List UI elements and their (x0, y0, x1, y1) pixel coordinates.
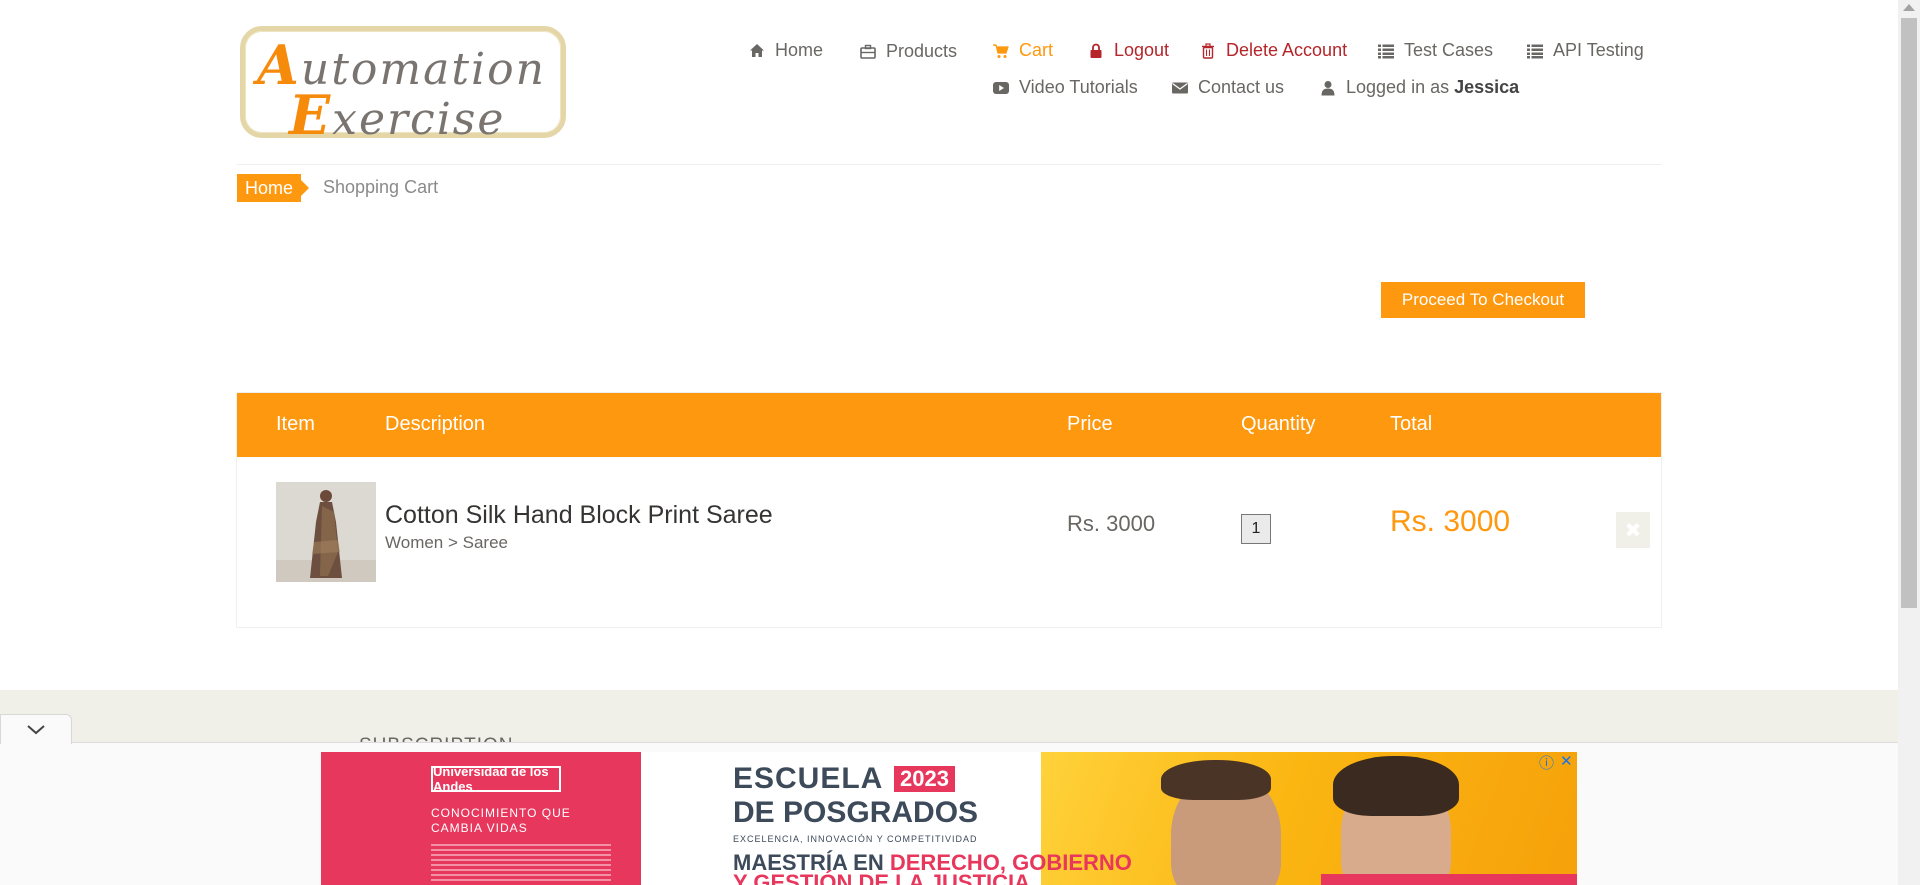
ad-year-badge: 2023 (894, 766, 955, 792)
header-item: Item (276, 413, 315, 435)
nav-cart-label: Cart (1019, 40, 1054, 60)
nav-products[interactable]: Products (860, 41, 957, 62)
ad-heading-escuela: ESCUELA (733, 762, 884, 795)
chevron-down-icon (27, 724, 45, 734)
quantity-button[interactable]: 1 (1241, 514, 1271, 544)
ad-close-icon[interactable]: ✕ (1560, 752, 1573, 773)
ad-left-panel: Universidad de los Andes CONOCIMIENTO QU… (321, 752, 641, 885)
home-icon (750, 43, 764, 57)
list-icon (1527, 44, 1543, 58)
nav-contact-us[interactable]: Contact us (1172, 77, 1284, 98)
trash-icon (1202, 42, 1214, 59)
nav-products-label: Products (886, 41, 958, 61)
product-price: Rs. 3000 (1067, 511, 1156, 536)
scrollbar-thumb[interactable] (1901, 18, 1917, 608)
ad-pink-bar (1321, 874, 1577, 885)
ad-collapse-tab[interactable] (0, 714, 72, 744)
header-divider (236, 164, 1662, 165)
logo-line-2: Exercise (289, 83, 506, 147)
nav-delete-account[interactable]: Delete Account (1200, 40, 1347, 61)
nav-logout[interactable]: Logout (1088, 40, 1169, 61)
nav-api-testing-label: API Testing (1553, 40, 1644, 60)
ad-tagline: CONOCIMIENTO QUE CAMBIA VIDAS (431, 806, 571, 835)
university-logo: Universidad de los Andes (431, 764, 561, 794)
logged-in-text: Logged in as Jessica (1346, 77, 1520, 97)
logged-in-username: Jessica (1454, 77, 1520, 97)
header-quantity: Quantity (1241, 413, 1316, 435)
saree-photo (276, 482, 376, 582)
product-image[interactable] (276, 482, 376, 582)
ad-person-woman-hair (1333, 756, 1459, 816)
nav-test-cases-label: Test Cases (1404, 40, 1494, 60)
ad-info-icon[interactable]: ⓘ (1539, 752, 1554, 773)
footer-band (0, 690, 1898, 742)
breadcrumb-current: Shopping Cart (323, 177, 439, 197)
list-icon (1378, 44, 1394, 58)
youtube-play-icon (993, 81, 1009, 94)
header-total: Total (1390, 413, 1433, 435)
cart-table: Item Description Price Quantity Total Co… (236, 392, 1662, 628)
nav-test-cases[interactable]: Test Cases (1378, 40, 1493, 61)
header-description: Description (385, 413, 486, 435)
shopping-cart-icon (993, 43, 1009, 58)
close-icon: ✖ (1624, 519, 1642, 542)
proceed-to-checkout-button[interactable]: Proceed To Checkout (1381, 282, 1585, 318)
briefcase-icon (860, 44, 876, 59)
nav-cart[interactable]: Cart (993, 40, 1053, 61)
nav-home-label: Home (775, 40, 824, 60)
site-logo[interactable]: Automation Exercise (240, 26, 566, 147)
breadcrumb-home[interactable]: Home (237, 174, 310, 202)
user-icon (1321, 80, 1335, 95)
nav-logout-label: Logout (1114, 40, 1170, 60)
nav-delete-account-label: Delete Account (1226, 40, 1348, 60)
ad-controls: ⓘ ✕ (1539, 752, 1573, 773)
ad-heading-posgrados: DE POSGRADOS (733, 796, 979, 829)
scroll-up-arrow-icon[interactable] (1903, 4, 1915, 11)
product-total: Rs. 3000 (1390, 505, 1511, 538)
ad-banner[interactable]: Universidad de los Andes CONOCIMIENTO QU… (321, 752, 1577, 885)
product-category: Women > Saree (385, 533, 509, 552)
nav-contact-us-label: Contact us (1198, 77, 1285, 97)
lock-icon (1090, 43, 1102, 58)
ad-fine-print (431, 844, 611, 884)
product-name-link[interactable]: Cotton Silk Hand Block Print Saree (385, 501, 773, 530)
envelope-icon (1172, 82, 1188, 93)
cart-table-header: Item Description Price Quantity Total (237, 393, 1661, 457)
ad-person-man-hair (1161, 760, 1271, 800)
delete-item-button[interactable]: ✖ (1616, 512, 1650, 548)
nav-api-testing[interactable]: API Testing (1527, 40, 1644, 61)
nav-video-tutorials[interactable]: Video Tutorials (993, 77, 1138, 98)
ad-program-line-2: Y GESTIÓN DE LA JUSTICIA (733, 870, 1031, 885)
header-price: Price (1067, 413, 1113, 435)
nav-video-tutorials-label: Video Tutorials (1019, 77, 1138, 97)
nav-home[interactable]: Home (749, 40, 823, 61)
ad-subheading: EXCELENCIA, INNOVACIÓN Y COMPETITIVIDAD (733, 834, 978, 844)
nav-logged-in-as: Logged in as Jessica (1320, 77, 1519, 98)
